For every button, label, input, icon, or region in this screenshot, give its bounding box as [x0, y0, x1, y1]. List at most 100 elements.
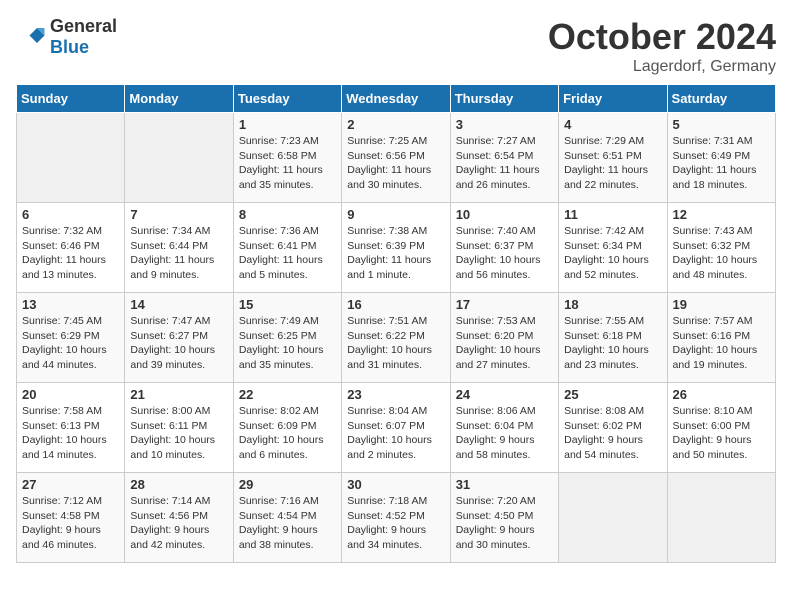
- day-number: 2: [347, 117, 444, 132]
- weekday-header-tuesday: Tuesday: [233, 85, 341, 113]
- cell-info: Sunrise: 7:42 AMSunset: 6:34 PMDaylight:…: [564, 224, 661, 283]
- calendar-cell: 19 Sunrise: 7:57 AMSunset: 6:16 PMDayligh…: [667, 293, 775, 383]
- calendar-cell: 28 Sunrise: 7:14 AMSunset: 4:56 PMDayligh…: [125, 473, 233, 563]
- calendar-cell: [17, 113, 125, 203]
- day-number: 13: [22, 297, 119, 312]
- page-header: General Blue October 2024 Lagerdorf, Ger…: [16, 16, 776, 76]
- day-number: 10: [456, 207, 553, 222]
- cell-info: Sunrise: 7:43 AMSunset: 6:32 PMDaylight:…: [673, 224, 770, 283]
- cell-info: Sunrise: 7:20 AMSunset: 4:50 PMDaylight:…: [456, 494, 553, 553]
- day-number: 12: [673, 207, 770, 222]
- calendar-cell: 9Sunrise: 7:38 AMSunset: 6:39 PMDaylight…: [342, 203, 450, 293]
- weekday-header-saturday: Saturday: [667, 85, 775, 113]
- day-number: 7: [130, 207, 227, 222]
- cell-info: Sunrise: 8:06 AMSunset: 6:04 PMDaylight:…: [456, 404, 553, 463]
- day-number: 1: [239, 117, 336, 132]
- day-number: 6: [22, 207, 119, 222]
- day-number: 20: [22, 387, 119, 402]
- day-number: 23: [347, 387, 444, 402]
- calendar-cell: [667, 473, 775, 563]
- calendar-cell: 22 Sunrise: 8:02 AMSunset: 6:09 PMDayligh…: [233, 383, 341, 473]
- cell-info: Sunrise: 7:51 AMSunset: 6:22 PMDaylight:…: [347, 314, 444, 373]
- cell-info: Sunrise: 7:53 AMSunset: 6:20 PMDaylight:…: [456, 314, 553, 373]
- day-number: 26: [673, 387, 770, 402]
- cell-info: Sunrise: 8:04 AMSunset: 6:07 PMDaylight:…: [347, 404, 444, 463]
- calendar-cell: 27Sunrise: 7:12 AMSunset: 4:58 PMDayligh…: [17, 473, 125, 563]
- day-number: 28: [130, 477, 227, 492]
- calendar-cell: 14Sunrise: 7:47 AMSunset: 6:27 PMDayligh…: [125, 293, 233, 383]
- calendar-cell: 26 Sunrise: 8:10 AMSunset: 6:00 PMDayligh…: [667, 383, 775, 473]
- calendar-cell: 30Sunrise: 7:18 AMSunset: 4:52 PMDayligh…: [342, 473, 450, 563]
- calendar-cell: [125, 113, 233, 203]
- cell-info: Sunrise: 7:14 AMSunset: 4:56 PMDaylight:…: [130, 494, 227, 553]
- logo-icon: [16, 22, 46, 52]
- calendar-cell: 21 Sunrise: 8:00 AMSunset: 6:11 PMDayligh…: [125, 383, 233, 473]
- calendar-week-5: 27Sunrise: 7:12 AMSunset: 4:58 PMDayligh…: [17, 473, 776, 563]
- day-number: 19: [673, 297, 770, 312]
- calendar-cell: 6 Sunrise: 7:32 AMSunset: 6:46 PMDaylight…: [17, 203, 125, 293]
- day-number: 3: [456, 117, 553, 132]
- calendar-week-3: 13 Sunrise: 7:45 AMSunset: 6:29 PMDayligh…: [17, 293, 776, 383]
- month-title: October 2024: [548, 16, 776, 58]
- cell-info: Sunrise: 8:08 AMSunset: 6:02 PMDaylight:…: [564, 404, 661, 463]
- weekday-header-thursday: Thursday: [450, 85, 558, 113]
- cell-info: Sunrise: 7:23 AMSunset: 6:58 PMDaylight:…: [239, 134, 336, 193]
- day-number: 4: [564, 117, 661, 132]
- day-number: 24: [456, 387, 553, 402]
- calendar-cell: 1 Sunrise: 7:23 AMSunset: 6:58 PMDaylight…: [233, 113, 341, 203]
- calendar-cell: 16 Sunrise: 7:51 AMSunset: 6:22 PMDayligh…: [342, 293, 450, 383]
- cell-info: Sunrise: 7:36 AMSunset: 6:41 PMDaylight:…: [239, 224, 336, 283]
- calendar-cell: 20 Sunrise: 7:58 AMSunset: 6:13 PMDayligh…: [17, 383, 125, 473]
- calendar-cell: 23 Sunrise: 8:04 AMSunset: 6:07 PMDayligh…: [342, 383, 450, 473]
- cell-info: Sunrise: 7:45 AMSunset: 6:29 PMDaylight:…: [22, 314, 119, 373]
- day-number: 11: [564, 207, 661, 222]
- weekday-header-wednesday: Wednesday: [342, 85, 450, 113]
- cell-info: Sunrise: 8:10 AMSunset: 6:00 PMDaylight:…: [673, 404, 770, 463]
- cell-info: Sunrise: 7:25 AMSunset: 6:56 PMDaylight:…: [347, 134, 444, 193]
- cell-info: Sunrise: 8:00 AMSunset: 6:11 PMDaylight:…: [130, 404, 227, 463]
- calendar-cell: 12 Sunrise: 7:43 AMSunset: 6:32 PMDayligh…: [667, 203, 775, 293]
- day-number: 18: [564, 297, 661, 312]
- cell-info: Sunrise: 7:40 AMSunset: 6:37 PMDaylight:…: [456, 224, 553, 283]
- cell-info: Sunrise: 7:32 AMSunset: 6:46 PMDaylight:…: [22, 224, 119, 283]
- location-title: Lagerdorf, Germany: [548, 58, 776, 76]
- day-number: 30: [347, 477, 444, 492]
- calendar-week-4: 20 Sunrise: 7:58 AMSunset: 6:13 PMDayligh…: [17, 383, 776, 473]
- logo-general-text: General: [50, 16, 117, 36]
- cell-info: Sunrise: 7:38 AMSunset: 6:39 PMDaylight:…: [347, 224, 444, 283]
- calendar-cell: 18Sunrise: 7:55 AMSunset: 6:18 PMDayligh…: [559, 293, 667, 383]
- cell-info: Sunrise: 7:31 AMSunset: 6:49 PMDaylight:…: [673, 134, 770, 193]
- calendar-cell: 7Sunrise: 7:34 AMSunset: 6:44 PMDaylight…: [125, 203, 233, 293]
- calendar-cell: 5Sunrise: 7:31 AMSunset: 6:49 PMDaylight…: [667, 113, 775, 203]
- cell-info: Sunrise: 7:57 AMSunset: 6:16 PMDaylight:…: [673, 314, 770, 373]
- calendar-cell: 3 Sunrise: 7:27 AMSunset: 6:54 PMDaylight…: [450, 113, 558, 203]
- day-number: 22: [239, 387, 336, 402]
- calendar-cell: [559, 473, 667, 563]
- day-number: 25: [564, 387, 661, 402]
- calendar-cell: 8 Sunrise: 7:36 AMSunset: 6:41 PMDaylight…: [233, 203, 341, 293]
- cell-info: Sunrise: 7:16 AMSunset: 4:54 PMDaylight:…: [239, 494, 336, 553]
- day-number: 21: [130, 387, 227, 402]
- weekday-header-monday: Monday: [125, 85, 233, 113]
- day-number: 27: [22, 477, 119, 492]
- cell-info: Sunrise: 7:29 AMSunset: 6:51 PMDaylight:…: [564, 134, 661, 193]
- calendar-week-1: 1 Sunrise: 7:23 AMSunset: 6:58 PMDaylight…: [17, 113, 776, 203]
- day-number: 15: [239, 297, 336, 312]
- cell-info: Sunrise: 7:49 AMSunset: 6:25 PMDaylight:…: [239, 314, 336, 373]
- cell-info: Sunrise: 8:02 AMSunset: 6:09 PMDaylight:…: [239, 404, 336, 463]
- cell-info: Sunrise: 7:58 AMSunset: 6:13 PMDaylight:…: [22, 404, 119, 463]
- weekday-header-friday: Friday: [559, 85, 667, 113]
- calendar-cell: 17Sunrise: 7:53 AMSunset: 6:20 PMDayligh…: [450, 293, 558, 383]
- calendar-cell: 10 Sunrise: 7:40 AMSunset: 6:37 PMDayligh…: [450, 203, 558, 293]
- calendar-cell: 24 Sunrise: 8:06 AMSunset: 6:04 PMDayligh…: [450, 383, 558, 473]
- calendar-cell: 4 Sunrise: 7:29 AMSunset: 6:51 PMDaylight…: [559, 113, 667, 203]
- calendar-cell: 29 Sunrise: 7:16 AMSunset: 4:54 PMDayligh…: [233, 473, 341, 563]
- day-number: 8: [239, 207, 336, 222]
- weekday-header-sunday: Sunday: [17, 85, 125, 113]
- day-number: 16: [347, 297, 444, 312]
- calendar-cell: 11 Sunrise: 7:42 AMSunset: 6:34 PMDayligh…: [559, 203, 667, 293]
- title-block: October 2024 Lagerdorf, Germany: [548, 16, 776, 76]
- cell-info: Sunrise: 7:27 AMSunset: 6:54 PMDaylight:…: [456, 134, 553, 193]
- calendar-table: SundayMondayTuesdayWednesdayThursdayFrid…: [16, 84, 776, 563]
- day-number: 29: [239, 477, 336, 492]
